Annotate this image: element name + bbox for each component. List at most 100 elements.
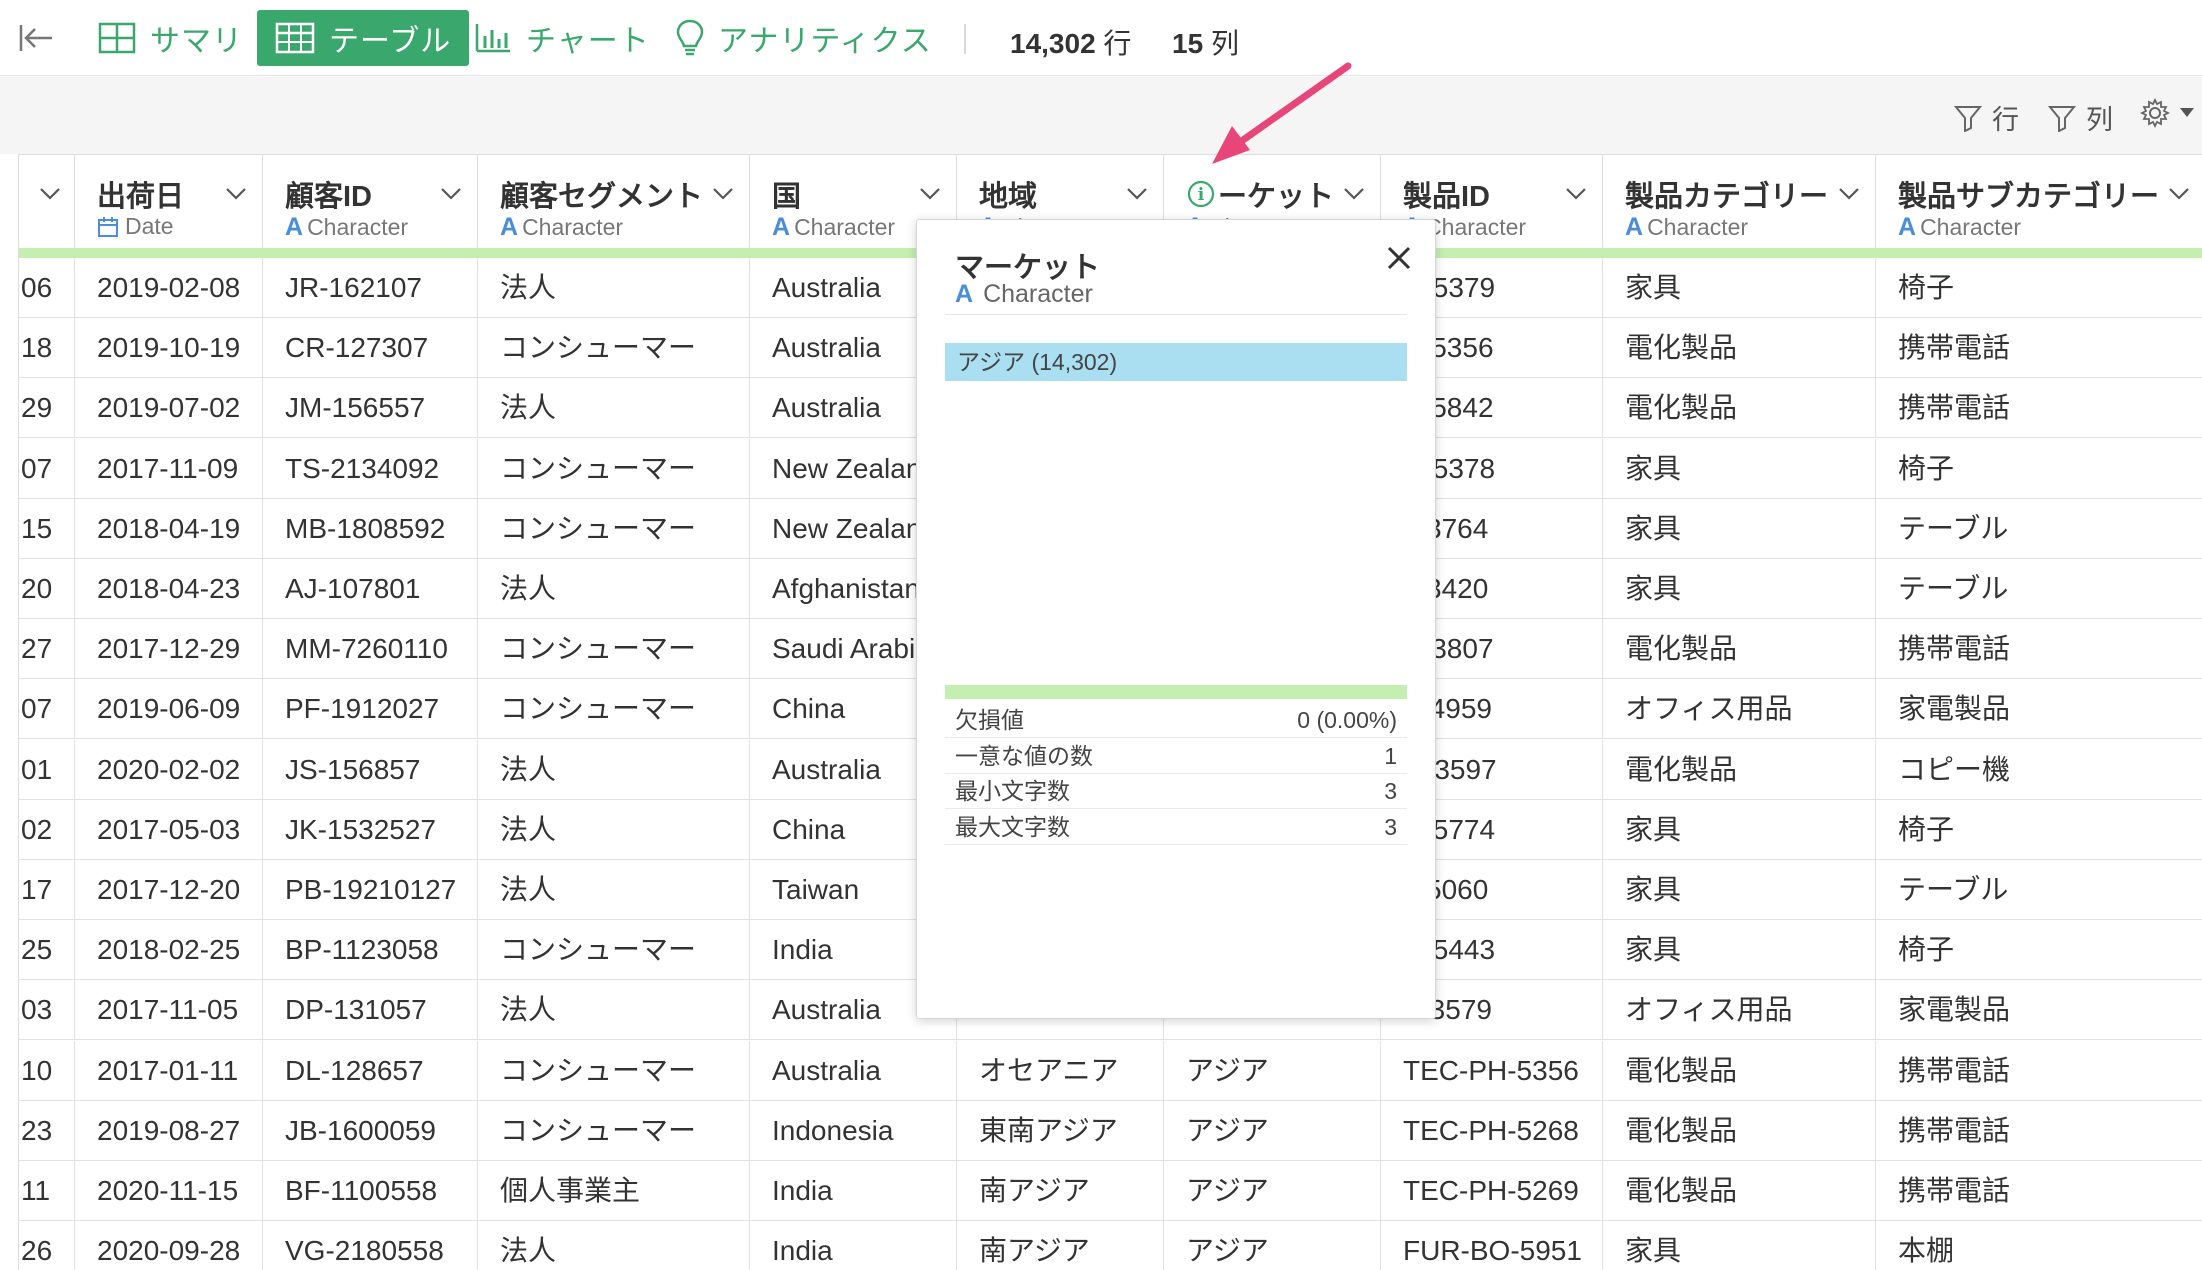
table-cell[interactable]: 家具 [1603,860,1876,920]
table-cell[interactable]: 18 [19,318,75,379]
chevron-down-icon[interactable] [1342,181,1366,205]
table-cell[interactable]: 家具 [1603,799,1876,860]
table-cell[interactable]: 20 [19,559,75,619]
table-cell[interactable]: 07 [19,438,75,499]
table-cell[interactable]: アジア [1164,1221,1381,1270]
table-cell[interactable]: 2020-11-15 [75,1161,263,1221]
table-cell[interactable]: FUR-BO-5951 [1381,1221,1603,1270]
table-cell[interactable]: 電化製品 [1603,1100,1876,1161]
table-cell[interactable]: VG-2180558 [263,1221,478,1270]
table-cell[interactable]: コンシューマー [478,318,750,379]
table-cell[interactable]: コピー機 [1876,740,2202,800]
chevron-down-icon[interactable] [224,181,248,205]
chevron-down-icon[interactable] [1837,181,1861,205]
table-cell[interactable]: 2019-07-02 [75,378,263,439]
table-cell[interactable]: テーブル [1876,499,2202,559]
table-cell[interactable]: オフィス用品 [1603,679,1876,740]
table-cell[interactable]: 2017-11-05 [75,980,263,1041]
table-cell[interactable]: アジア [1164,1100,1381,1161]
column-header-partial[interactable] [19,154,75,248]
table-cell[interactable]: JS-156857 [263,739,478,800]
filter-rows-button[interactable]: 行 [1954,98,2019,137]
table-cell[interactable]: アジア [1164,1161,1381,1221]
table-cell[interactable]: 携帯電話 [1876,378,2202,438]
close-icon[interactable] [1385,244,1413,272]
table-cell[interactable]: テーブル [1876,559,2202,619]
table-cell[interactable]: 法人 [478,739,750,800]
table-cell[interactable]: MM-7260110 [263,619,478,680]
tab-analytics[interactable]: アナリティクス [658,10,950,66]
table-cell[interactable]: AJ-107801 [263,559,478,619]
column-header[interactable]: 製品カテゴリー A Character [1603,154,1876,248]
table-cell[interactable]: 2019-08-27 [75,1100,263,1161]
table-cell[interactable]: MB-1808592 [263,498,478,559]
table-cell[interactable]: 本棚 [1876,1221,2202,1270]
chevron-down-icon[interactable] [439,181,463,205]
table-cell[interactable]: JK-1532527 [263,799,478,860]
column-header[interactable]: 顧客セグメント A Character [478,154,750,248]
table-cell[interactable]: 2017-12-20 [75,860,263,920]
table-cell[interactable]: 携帯電話 [1876,318,2202,378]
table-cell[interactable]: 携帯電話 [1876,619,2202,679]
table-cell[interactable]: Australia [750,1040,957,1101]
table-cell[interactable]: 26 [19,1221,75,1270]
table-cell[interactable]: 椅子 [1876,258,2202,318]
table-cell[interactable]: コンシューマー [478,438,750,499]
table-cell[interactable]: 法人 [478,1221,750,1270]
table-cell[interactable]: 携帯電話 [1876,1041,2202,1101]
table-cell[interactable]: JB-1600059 [263,1100,478,1161]
table-cell[interactable]: 法人 [478,258,750,318]
table-cell[interactable]: DL-128657 [263,1040,478,1101]
table-cell[interactable]: 2019-02-08 [75,258,263,318]
table-cell[interactable]: PF-1912027 [263,679,478,740]
table-cell[interactable]: 電化製品 [1603,318,1876,379]
table-cell[interactable]: JR-162107 [263,258,478,318]
table-cell[interactable]: 2018-04-23 [75,559,263,619]
table-cell[interactable]: India [750,1221,957,1270]
table-cell[interactable]: 家電製品 [1876,679,2202,739]
table-cell[interactable]: 29 [19,378,75,439]
table-cell[interactable]: 2017-01-11 [75,1040,263,1101]
chevron-down-icon[interactable] [1125,181,1149,205]
table-cell[interactable]: 法人 [478,559,750,619]
table-cell[interactable]: コンシューマー [478,498,750,559]
column-header[interactable]: 出荷日 Date [75,154,263,248]
chevron-down-icon[interactable] [711,181,735,205]
table-cell[interactable]: オセアニア [957,1040,1164,1101]
table-cell[interactable]: 2018-02-25 [75,920,263,981]
column-header[interactable]: 製品サブカテゴリー A Character [1876,154,2202,248]
table-cell[interactable]: 南アジア [957,1161,1164,1221]
table-cell[interactable]: テーブル [1876,860,2202,920]
table-cell[interactable]: 椅子 [1876,439,2202,499]
table-cell[interactable]: 家具 [1603,258,1876,318]
tab-chart[interactable]: チャート [456,10,668,66]
table-cell[interactable]: 椅子 [1876,920,2202,980]
tab-table[interactable]: テーブル [257,10,470,66]
table-cell[interactable]: 02 [19,799,75,860]
table-cell[interactable]: 法人 [478,378,750,439]
table-cell[interactable]: TEC-PH-5268 [1381,1100,1603,1161]
table-cell[interactable]: オフィス用品 [1603,980,1876,1041]
table-cell[interactable]: TS-2134092 [263,438,478,499]
table-cell[interactable]: DP-131057 [263,980,478,1041]
table-cell[interactable]: 家具 [1603,438,1876,499]
table-cell[interactable]: India [750,1161,957,1221]
table-cell[interactable]: 01 [19,739,75,800]
table-cell[interactable]: 2019-10-19 [75,318,263,379]
table-cell[interactable]: コンシューマー [478,619,750,680]
table-cell[interactable]: 17 [19,860,75,920]
table-cell[interactable]: 25 [19,920,75,981]
table-cell[interactable]: 家具 [1603,1221,1876,1270]
table-cell[interactable]: コンシューマー [478,1040,750,1101]
table-cell[interactable]: 個人事業主 [478,1161,750,1221]
filter-columns-button[interactable]: 列 [2048,98,2113,137]
table-cell[interactable]: 03 [19,980,75,1041]
chevron-down-icon[interactable] [38,181,62,205]
table-cell[interactable]: アジア [1164,1040,1381,1101]
table-cell[interactable]: 法人 [478,860,750,920]
column-header[interactable]: 顧客ID A Character [263,154,478,248]
table-cell[interactable]: 2017-11-09 [75,438,263,499]
table-cell[interactable]: コンシューマー [478,920,750,981]
table-cell[interactable]: PB-19210127 [263,860,478,920]
table-cell[interactable]: JM-156557 [263,378,478,439]
